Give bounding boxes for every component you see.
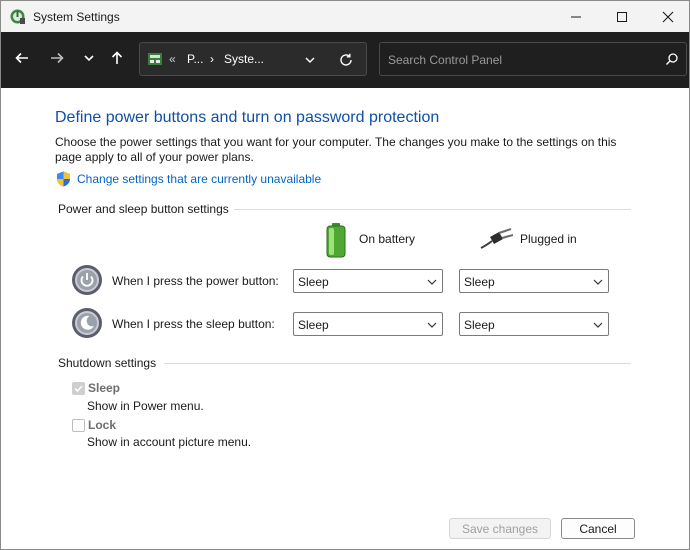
power-sleep-group-label: Power and sleep button settings — [58, 202, 229, 216]
change-unavailable-settings-link[interactable]: Change settings that are currently unava… — [77, 172, 321, 186]
title-bar: System Settings — [1, 1, 689, 32]
search-icon[interactable] — [665, 52, 679, 66]
address-dropdown-icon[interactable] — [303, 53, 317, 67]
save-changes-button[interactable]: Save changes — [449, 518, 551, 539]
power-plug-icon — [480, 228, 514, 249]
select-value: Sleep — [464, 318, 495, 332]
sleep-checkbox[interactable] — [72, 382, 85, 395]
recent-locations-button[interactable] — [77, 46, 101, 70]
page-title: Define power buttons and turn on passwor… — [55, 109, 440, 126]
minimize-icon — [571, 16, 581, 17]
chevron-down-icon — [593, 279, 603, 285]
select-value: Sleep — [298, 275, 329, 289]
search-input[interactable] — [388, 51, 648, 69]
select-value: Sleep — [298, 318, 329, 332]
sleep-button-icon — [72, 308, 102, 338]
up-button[interactable] — [105, 46, 129, 70]
breadcrumb-hardware[interactable]: P... — [187, 52, 203, 66]
refresh-icon[interactable] — [338, 52, 354, 68]
group-divider — [164, 363, 631, 364]
column-plugged-in: Plugged in — [520, 232, 577, 246]
uac-shield-icon — [57, 171, 70, 187]
lock-checkbox-label: Lock — [88, 418, 117, 432]
lock-checkbox-description: Show in account picture menu. — [87, 435, 252, 449]
maximize-button[interactable] — [599, 1, 645, 32]
cancel-button[interactable]: Cancel — [561, 518, 635, 539]
checkmark-icon — [74, 385, 83, 393]
main-content: Define power buttons and turn on passwor… — [1, 88, 689, 509]
chevron-down-icon — [593, 322, 603, 328]
shutdown-group-label: Shutdown settings — [58, 356, 157, 370]
control-panel-icon — [148, 53, 162, 65]
system-settings-window: System Settings « P... › Syste... Search… — [0, 0, 690, 550]
forward-button[interactable] — [45, 46, 69, 70]
power-button-plugged-select[interactable]: Sleep — [459, 269, 609, 293]
power-button-battery-select[interactable]: Sleep — [293, 269, 443, 293]
back-button[interactable] — [10, 46, 34, 70]
arrow-left-icon — [15, 52, 28, 64]
chevron-down-icon — [84, 55, 94, 62]
close-button[interactable] — [645, 1, 690, 32]
sleep-button-plugged-select[interactable]: Sleep — [459, 312, 609, 336]
chevron-down-icon — [427, 279, 437, 285]
footer: Save changes Cancel — [1, 509, 689, 549]
address-overflow[interactable]: « — [169, 52, 176, 66]
lock-checkbox[interactable] — [72, 419, 85, 432]
minimize-button[interactable] — [553, 1, 599, 32]
group-divider — [234, 209, 631, 210]
page-description: Choose the power settings that you want … — [55, 135, 617, 164]
power-button-icon — [72, 265, 102, 295]
power-options-icon — [10, 9, 25, 24]
select-value: Sleep — [464, 275, 495, 289]
column-on-battery: On battery — [359, 232, 416, 246]
arrow-right-icon — [51, 52, 64, 64]
maximize-icon — [617, 11, 627, 22]
arrow-up-icon — [111, 51, 123, 64]
search-box[interactable] — [379, 42, 687, 76]
sleep-button-label: When I press the sleep button: — [112, 317, 275, 331]
sleep-checkbox-description: Show in Power menu. — [87, 399, 204, 413]
window-title: System Settings — [33, 10, 120, 24]
battery-icon — [326, 223, 346, 258]
navigation-bar: « P... › Syste... — [1, 32, 689, 88]
breadcrumb-separator: › — [210, 52, 214, 66]
sleep-button-battery-select[interactable]: Sleep — [293, 312, 443, 336]
power-button-label: When I press the power button: — [112, 274, 279, 288]
chevron-down-icon — [427, 322, 437, 328]
close-icon — [662, 11, 674, 22]
sleep-checkbox-label: Sleep — [88, 381, 121, 395]
breadcrumb-system-settings[interactable]: Syste... — [224, 52, 264, 66]
address-bar[interactable]: « P... › Syste... — [139, 42, 367, 76]
